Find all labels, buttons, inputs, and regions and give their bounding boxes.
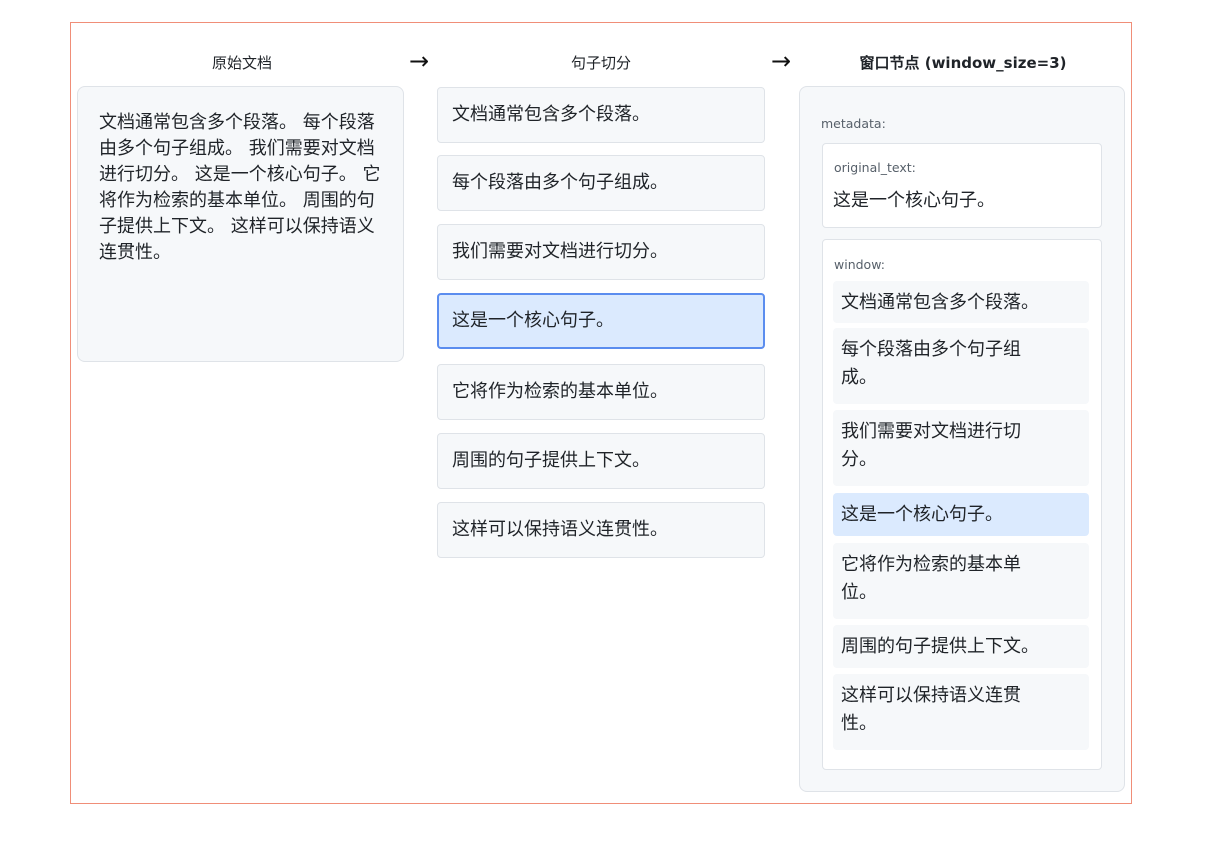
window-line-text: 周围的句子提供上下文。	[841, 636, 1039, 657]
arrow-right-icon: →	[771, 47, 792, 75]
window-line-text: 我们需要对文档进行切	[841, 421, 1021, 442]
window-line: 文档通常包含多个段落。	[833, 281, 1089, 323]
original-text-label: original_text:	[834, 160, 916, 175]
window-line: 我们需要对文档进行切 分。	[833, 410, 1089, 486]
column-title-original: 原始文档	[211, 54, 272, 72]
arrow-right-icon: →	[409, 47, 430, 75]
window-line-highlighted: 这是一个核心句子。	[833, 493, 1089, 536]
window-line: 这样可以保持语义连贯 性。	[833, 674, 1089, 750]
sentence-node: 周围的句子提供上下文。	[437, 433, 765, 489]
window-line: 周围的句子提供上下文。	[833, 625, 1089, 668]
window-line-text: 这样可以保持语义连贯	[841, 685, 1021, 706]
column-title-window: 窗口节点 (window_size=3)	[859, 54, 1067, 72]
window-line-text: 成。	[841, 367, 877, 388]
sentence-node: 文档通常包含多个段落。	[437, 87, 765, 143]
sentence-node: 我们需要对文档进行切分。	[437, 224, 765, 280]
column-title-split: 句子切分	[570, 54, 631, 72]
window-line-text: 每个段落由多个句子组	[841, 339, 1021, 360]
window-line-text: 位。	[841, 582, 877, 603]
sentence-node: 这样可以保持语义连贯性。	[437, 502, 765, 558]
sentence-node: 它将作为检索的基本单位。	[437, 364, 765, 420]
original-text-value: 这是一个核心句子。	[833, 190, 995, 211]
original-document-text: 文档通常包含多个段落。 每个段落由多个句子组成。 我们需要对文档进行切分。 这是…	[99, 112, 381, 263]
window-label: window:	[834, 257, 885, 272]
window-line: 它将作为检索的基本单 位。	[833, 543, 1089, 619]
window-line: 每个段落由多个句子组 成。	[833, 328, 1089, 404]
window-line-text: 文档通常包含多个段落。	[841, 292, 1039, 313]
window-line-text: 分。	[841, 449, 877, 470]
sentence-node: 每个段落由多个句子组成。	[437, 155, 765, 211]
window-line-text: 性。	[841, 713, 877, 734]
window-line-text: 这是一个核心句子。	[841, 504, 1003, 525]
sentence-node-highlighted: 这是一个核心句子。	[437, 293, 765, 349]
window-line-text: 它将作为检索的基本单	[841, 554, 1021, 575]
metadata-label: metadata:	[821, 116, 886, 131]
